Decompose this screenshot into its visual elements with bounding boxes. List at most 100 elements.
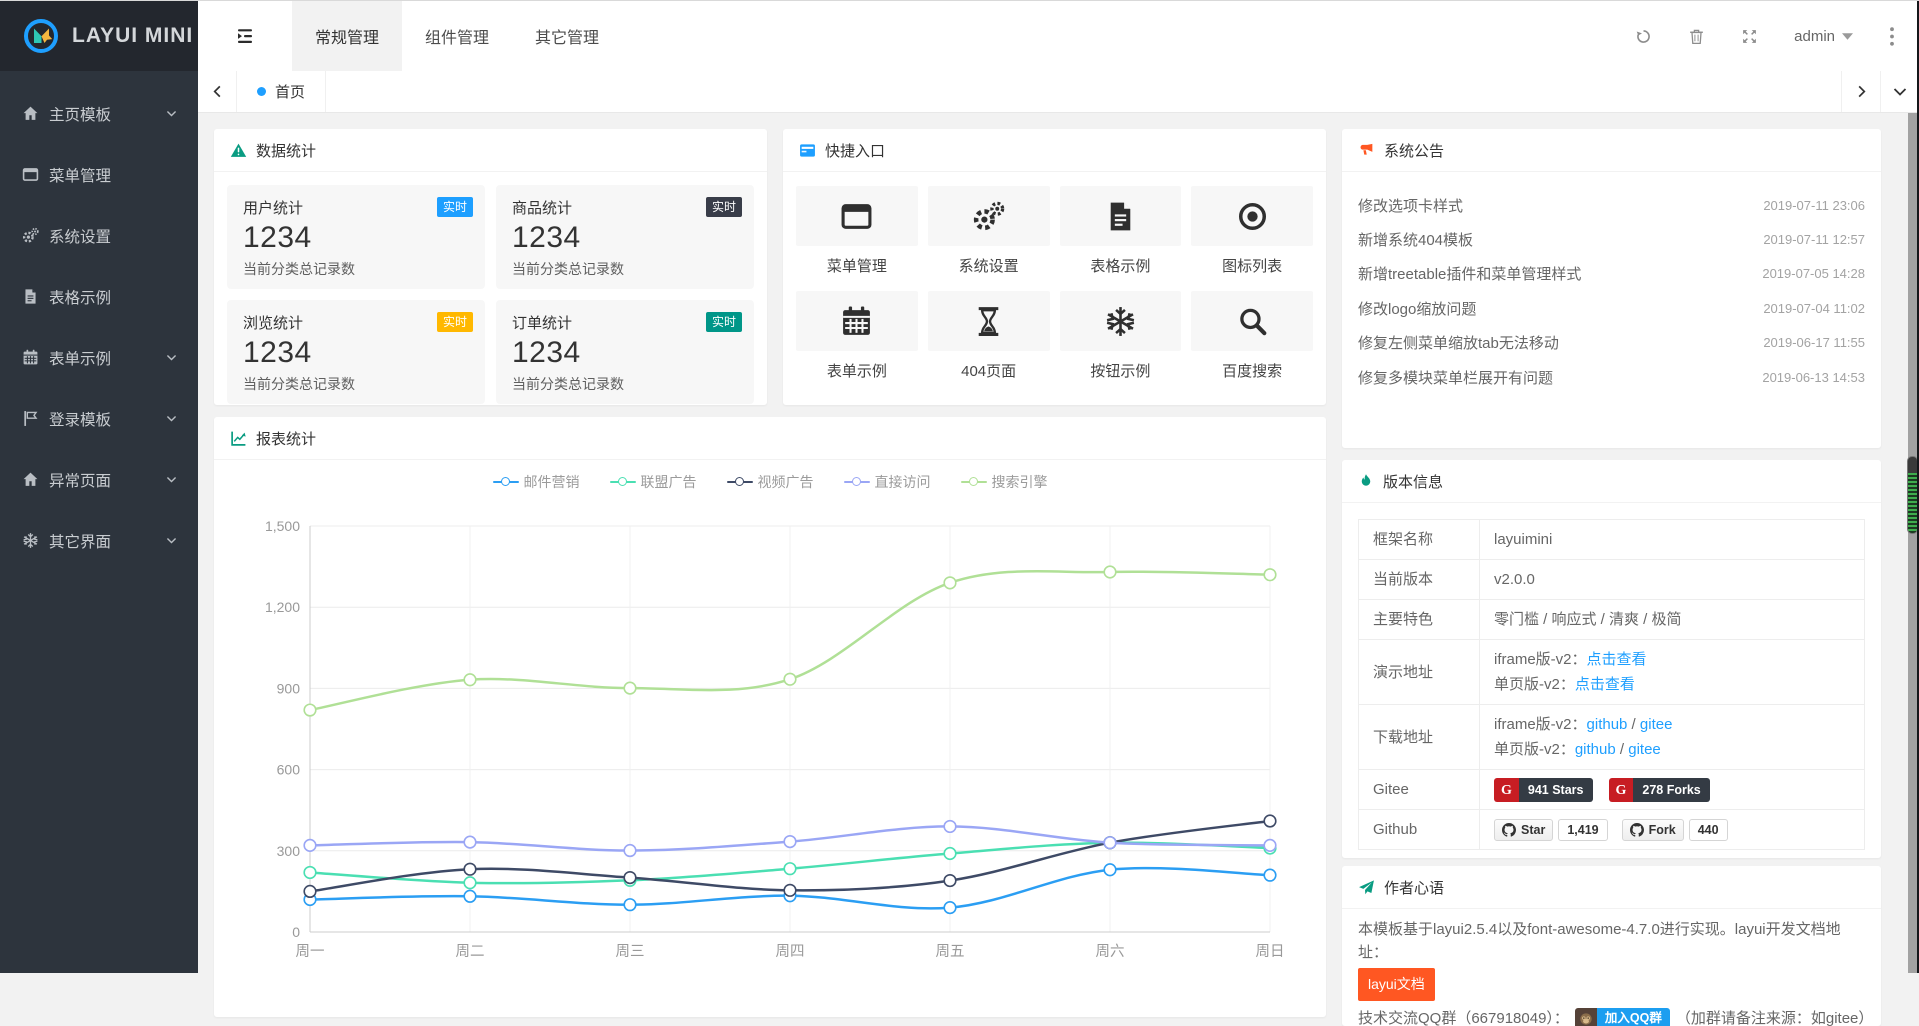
sidebar-item-其它界面[interactable]: 其它界面 (0, 510, 198, 571)
quick-entry-系统设置[interactable]: 系统设置 (928, 186, 1050, 276)
version-link[interactable]: github (1575, 741, 1616, 758)
quick-entry-图标列表[interactable]: 图标列表 (1191, 186, 1313, 276)
trash-icon[interactable] (1688, 28, 1705, 45)
version-link[interactable]: gitee (1628, 741, 1661, 758)
qq-badge-label: 加入QQ群 (1597, 1008, 1670, 1026)
version-row-label: Github (1359, 810, 1480, 850)
github-star-button[interactable]: Star (1494, 819, 1553, 841)
sidebar-item-表单示例[interactable]: 表单示例 (0, 327, 198, 388)
more-vertical-icon[interactable] (1889, 27, 1895, 46)
home-icon (22, 105, 39, 122)
svg-text:300: 300 (277, 843, 301, 859)
version-link[interactable]: github (1587, 716, 1628, 733)
version-value-line: 单页版-v2：github / gitee (1494, 737, 1850, 762)
svg-text:周二: 周二 (456, 944, 485, 960)
version-row-label: 框架名称 (1359, 520, 1480, 560)
fullscreen-icon[interactable] (1741, 28, 1758, 45)
sidebar-item-系统设置[interactable]: 系统设置 (0, 205, 198, 266)
svg-text:1,500: 1,500 (265, 518, 300, 534)
version-row: Github Star1,419 Fork440 (1359, 810, 1865, 850)
warning-triangle-icon (230, 142, 247, 159)
sidebar-item-异常页面[interactable]: 异常页面 (0, 449, 198, 510)
sidebar-item-主页模板[interactable]: 主页模板 (0, 83, 198, 144)
realtime-badge: 实时 (706, 312, 742, 332)
announcement-date: 2019-07-11 12:57 (1763, 232, 1865, 247)
svg-text:1,200: 1,200 (265, 599, 300, 615)
page-scrollbar-track[interactable] (1908, 113, 1917, 973)
announcement-row[interactable]: 修改选项卡样式2019-07-11 23:06 (1358, 188, 1865, 222)
version-text: 单页版-v2： (1494, 676, 1575, 693)
header-tab-组件管理[interactable]: 组件管理 (402, 1, 512, 71)
chevron-down-icon (1892, 84, 1908, 100)
panel-icon (799, 142, 816, 159)
sidebar-item-菜单管理[interactable]: 菜单管理 (0, 144, 198, 205)
version-value-line: 单页版-v2：点击查看 (1494, 672, 1850, 697)
github-count[interactable]: 440 (1689, 819, 1728, 841)
author-header: 作者心语 (1342, 866, 1881, 909)
announcement-title: 新增系统404模板 (1358, 229, 1473, 250)
tab-scroll-left-button[interactable] (198, 71, 237, 112)
tab-operations-button[interactable] (1880, 71, 1919, 112)
version-link[interactable]: 点击查看 (1575, 676, 1635, 693)
quick-entry-按钮示例[interactable]: 按钮示例 (1060, 291, 1182, 381)
announcement-row[interactable]: 修复多模块菜单栏展开有问题2019-06-13 14:53 (1358, 360, 1865, 394)
quick-entry-label: 表格示例 (1060, 255, 1182, 276)
announcements-header: 系统公告 (1342, 129, 1881, 172)
user-menu[interactable]: admin (1794, 28, 1853, 45)
menu-collapse-button[interactable] (198, 1, 292, 71)
announcement-row[interactable]: 新增系统404模板 2019-07-11 12:57 (1358, 222, 1865, 256)
join-qq-group-badge[interactable]: 加入QQ群 (1575, 1008, 1670, 1026)
github-count[interactable]: 1,419 (1558, 819, 1607, 841)
header-tab-常规管理[interactable]: 常规管理 (292, 1, 402, 71)
refresh-icon[interactable] (1635, 28, 1652, 45)
quick-entry-label: 菜单管理 (796, 255, 918, 276)
version-row-label: 当前版本 (1359, 560, 1480, 600)
quick-entry-表单示例[interactable]: 表单示例 (796, 291, 918, 381)
logo[interactable]: LAYUI MINI (0, 1, 198, 71)
version-link[interactable]: gitee (1640, 716, 1673, 733)
menu-collapse-icon (235, 26, 255, 46)
quick-entry-label: 404页面 (928, 360, 1050, 381)
announcement-title: 新增treetable插件和菜单管理样式 (1358, 263, 1581, 284)
quick-entry-box (796, 291, 918, 351)
tab-scroll-right-button[interactable] (1841, 71, 1880, 112)
quick-entry-box (796, 186, 918, 246)
version-row-value: layuimini (1480, 520, 1865, 560)
svg-text:周一: 周一 (296, 944, 325, 960)
quick-entry-404页面[interactable]: 404页面 (928, 291, 1050, 381)
version-row-value: v2.0.0 (1480, 560, 1865, 600)
tab-home[interactable]: 首页 (237, 71, 326, 112)
stat-value: 1234 (243, 221, 469, 255)
stat-caption: 当前分类总记录数 (243, 259, 469, 279)
quick-entry-box (1191, 186, 1313, 246)
quick-entry-表格示例[interactable]: 表格示例 (1060, 186, 1182, 276)
sidebar-item-登录模板[interactable]: 登录模板 (0, 388, 198, 449)
version-link[interactable]: 点击查看 (1587, 651, 1647, 668)
chevron-down-icon (165, 351, 178, 364)
version-value-line: iframe版-v2：点击查看 (1494, 647, 1850, 672)
calendar-icon (22, 349, 39, 366)
github-fork-button[interactable]: Fork (1622, 819, 1684, 841)
version-row-value: Star1,419 Fork440 (1480, 810, 1865, 850)
card-title: 快捷入口 (825, 140, 885, 161)
card-title: 数据统计 (256, 140, 316, 161)
header-tab-其它管理[interactable]: 其它管理 (512, 1, 622, 71)
announcement-row[interactable]: 修改logo缩放问题2019-07-04 11:02 (1358, 291, 1865, 325)
version-text: / (1616, 741, 1629, 758)
announcement-row[interactable]: 修复左侧菜单缩放tab无法移动2019-06-17 11:55 (1358, 326, 1865, 360)
stat-value: 1234 (512, 336, 738, 370)
sidebar-item-表格示例[interactable]: 表格示例 (0, 266, 198, 327)
version-row-label: 演示地址 (1359, 640, 1480, 705)
qq-line-prefix: 技术交流QQ群（667918049）： (1358, 1007, 1569, 1026)
header-actions: admin (1635, 1, 1919, 71)
gitee-logo: G (1609, 778, 1634, 802)
quick-entry-菜单管理[interactable]: 菜单管理 (796, 186, 918, 276)
report-statistics-card: 报表统计 邮件营销联盟广告视频广告直接访问搜索引擎 03006009001,20… (214, 417, 1326, 1017)
gitee-badge[interactable]: G941 Stars (1494, 778, 1593, 802)
quick-entry-百度搜索[interactable]: 百度搜索 (1191, 291, 1313, 381)
snowflake-icon (1104, 305, 1137, 338)
gears-icon (22, 227, 39, 244)
announcement-row[interactable]: 新增treetable插件和菜单管理样式2019-07-05 14:28 (1358, 257, 1865, 291)
gitee-logo: G (1494, 778, 1519, 802)
gitee-badge[interactable]: G278 Forks (1609, 778, 1710, 802)
